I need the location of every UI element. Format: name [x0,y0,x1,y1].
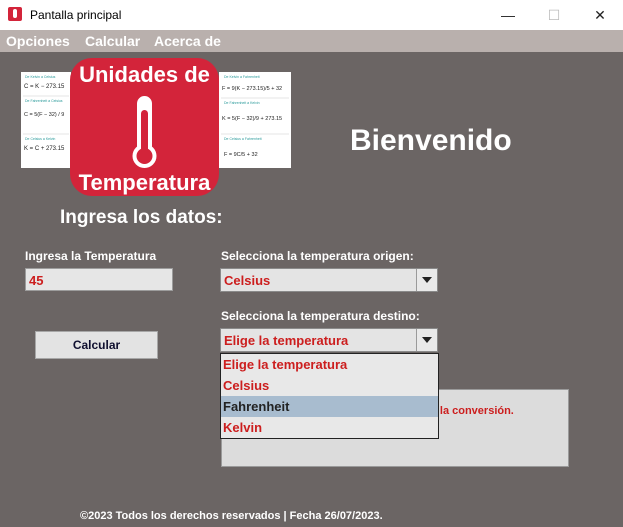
option-elige[interactable]: Elige la temperatura [221,354,438,375]
option-fahrenheit[interactable]: Fahrenheit [221,396,438,417]
formula-heading: De Fahrenheit a Celsius [25,99,63,103]
minimize-button[interactable]: — [485,0,531,30]
menu-bar: Opciones Calcular Acerca de [0,30,623,52]
chevron-down-icon[interactable] [416,269,437,291]
formula: K = C + 273.15 [24,146,65,152]
menu-calcular[interactable]: Calcular [85,33,140,49]
formula-heading: De Kelvin a Celsius [25,75,56,79]
option-kelvin[interactable]: Kelvin [221,417,438,438]
formula: K = 5(F − 32)/9 + 273.15 [222,116,282,122]
formula-heading: De Fahrenheit a Kelvin [224,101,260,105]
formula: C = 5(F − 32) / 9 [24,112,64,118]
formula-heading: De Celsius a Kelvin [25,137,55,141]
temperature-input[interactable]: 45 [25,268,173,291]
formula: F = 9C/5 + 32 [224,152,258,158]
destination-select[interactable]: Elige la temperatura [220,328,438,352]
maximize-button[interactable]: ☐ [531,0,577,30]
thermometer-app-icon [8,7,22,21]
chevron-down-icon[interactable] [416,329,437,351]
footer-copyright: ©2023 Todos los derechos reservados | Fe… [80,510,383,522]
title-bar: Pantalla principal — ☐ ✕ [0,0,623,30]
destination-select-value: Elige la temperatura [224,333,349,348]
close-button[interactable]: ✕ [577,0,623,30]
form-heading: Ingresa los datos: [60,207,223,228]
temperature-logo: De Kelvin a Celsius C = K − 273.15 De Fa… [21,58,291,196]
logo-title-line1: Unidades de [79,62,210,87]
menu-opciones[interactable]: Opciones [6,33,70,49]
logo-title-line2: Temperatura [79,170,211,195]
origin-label: Selecciona la temperatura origen: [221,249,414,263]
formula-heading: De Kelvin a Fahrenheit [224,75,260,79]
window-title: Pantalla principal [30,8,122,22]
temperature-label: Ingresa la Temperatura [25,249,157,263]
formula-heading: De Celsius a Fahrenheit [224,137,262,141]
option-celsius[interactable]: Celsius [221,375,438,396]
welcome-heading: Bienvenido [350,124,512,157]
calculate-button[interactable]: Calcular [35,331,158,359]
formula: F = 9(K − 273.15)/5 + 32 [222,86,282,92]
formula: C = K − 273.15 [24,84,65,90]
origin-select-value: Celsius [224,273,271,288]
destination-dropdown-list: Elige la temperatura Celsius Fahrenheit … [220,353,439,439]
menu-acerca-de[interactable]: Acerca de [154,33,221,49]
origin-select[interactable]: Celsius [220,268,438,292]
destination-label: Selecciona la temperatura destino: [221,309,420,323]
